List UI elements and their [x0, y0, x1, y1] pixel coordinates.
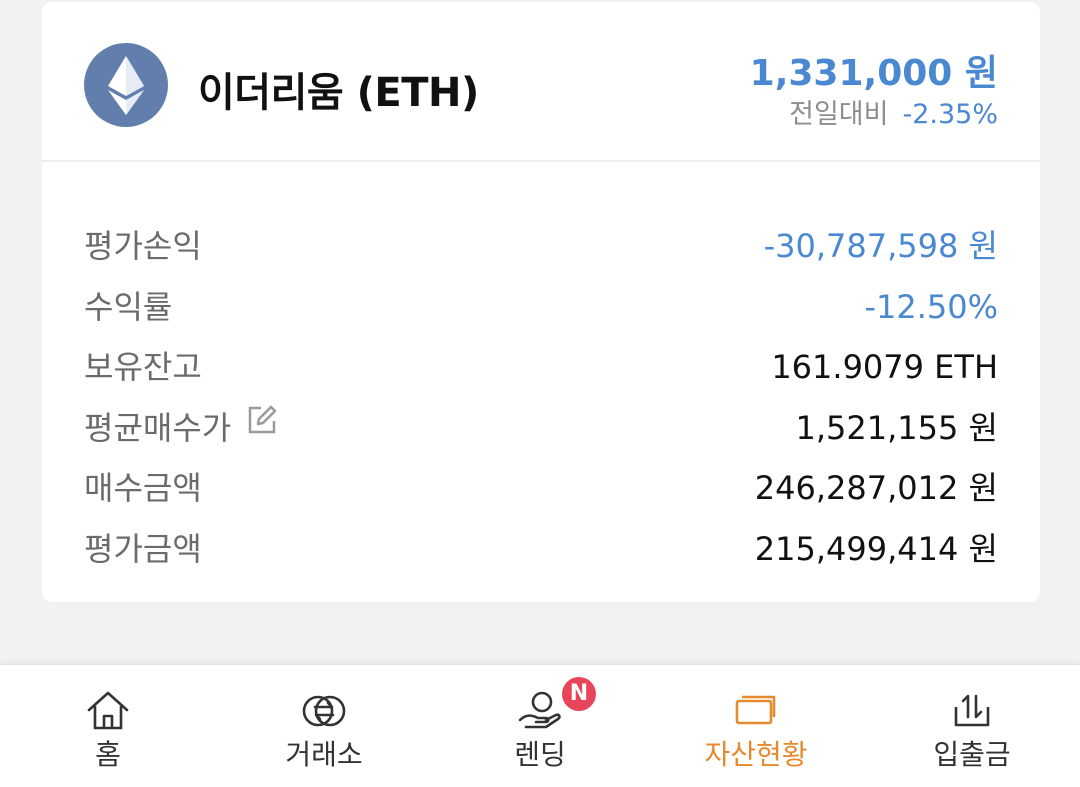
nav-label-exchange: 거래소 [285, 738, 363, 771]
profit-loss-value: -30,787,598 원 [763, 227, 998, 265]
daily-change: 전일대비 -2.35% [789, 92, 998, 131]
buy-amount-label: 매수금액 [84, 469, 202, 507]
wallet-icon [735, 695, 776, 725]
daily-change-value: -2.35% [902, 99, 998, 130]
avg-buy-price-label: 평균매수가 [84, 408, 232, 447]
detail-row-buy-amount: 매수금액 246,287,012 원 [84, 458, 998, 519]
profit-loss-label: 평가손익 [84, 227, 202, 265]
deposit-withdraw-icon [954, 694, 990, 727]
nav-item-deposit-withdraw[interactable]: 입출금 [864, 665, 1080, 787]
asset-header[interactable]: 이더리움 (ETH) 1,331,000 원 전일대비 -2.35% [42, 2, 1040, 162]
lending-icon [518, 691, 561, 729]
detail-row-profit-loss: 평가손익 -30,787,598 원 [84, 216, 998, 277]
detail-row-eval-amount: 평가금액 215,499,414 원 [84, 519, 998, 580]
nav-item-assets[interactable]: 자산현황 [648, 665, 864, 787]
return-rate-label: 수익률 [84, 287, 173, 326]
ethereum-logo-icon [84, 43, 168, 127]
balance-value: 161.9079 ETH [771, 348, 998, 386]
buy-amount-value: 246,287,012 원 [754, 469, 998, 507]
asset-price: 1,331,000 원 [749, 53, 998, 94]
asset-card: 이더리움 (ETH) 1,331,000 원 전일대비 -2.35% 평가손익 -… [42, 2, 1040, 602]
eval-amount-value: 215,499,414 원 [754, 529, 998, 568]
daily-change-label: 전일대비 [789, 99, 889, 130]
asset-details: 평가손익 -30,787,598 원 수익률 -12.50% 보유잔고 161.… [84, 216, 998, 579]
home-icon [87, 691, 129, 730]
bottom-nav: 홈 거래소 N 렌딩 자산현황 입출금 [0, 664, 1080, 787]
nav-item-exchange[interactable]: 거래소 [216, 665, 432, 787]
detail-row-return-rate: 수익률 -12.50% [84, 277, 998, 338]
asset-name: 이더리움 (ETH) [198, 70, 479, 116]
avg-buy-price-value: 1,521,155 원 [795, 408, 998, 447]
detail-row-avg-buy-price: 평균매수가 1,521,155 원 [84, 398, 998, 459]
nav-label-lending: 렌딩 [514, 738, 566, 771]
exchange-icon [302, 695, 346, 727]
return-rate-value: -12.50% [864, 287, 998, 326]
nav-label-assets: 자산현황 [704, 738, 808, 771]
nav-item-lending[interactable]: N 렌딩 [432, 665, 648, 787]
new-badge: N [562, 677, 596, 711]
nav-label-home: 홈 [95, 738, 121, 771]
nav-item-home[interactable]: 홈 [0, 665, 216, 787]
nav-label-deposit-withdraw: 입출금 [933, 738, 1011, 771]
edit-icon[interactable] [245, 396, 279, 457]
avg-buy-price-label-wrap: 평균매수가 [84, 398, 279, 459]
balance-label: 보유잔고 [84, 348, 202, 386]
eval-amount-label: 평가금액 [84, 529, 202, 568]
detail-row-balance: 보유잔고 161.9079 ETH [84, 337, 998, 398]
